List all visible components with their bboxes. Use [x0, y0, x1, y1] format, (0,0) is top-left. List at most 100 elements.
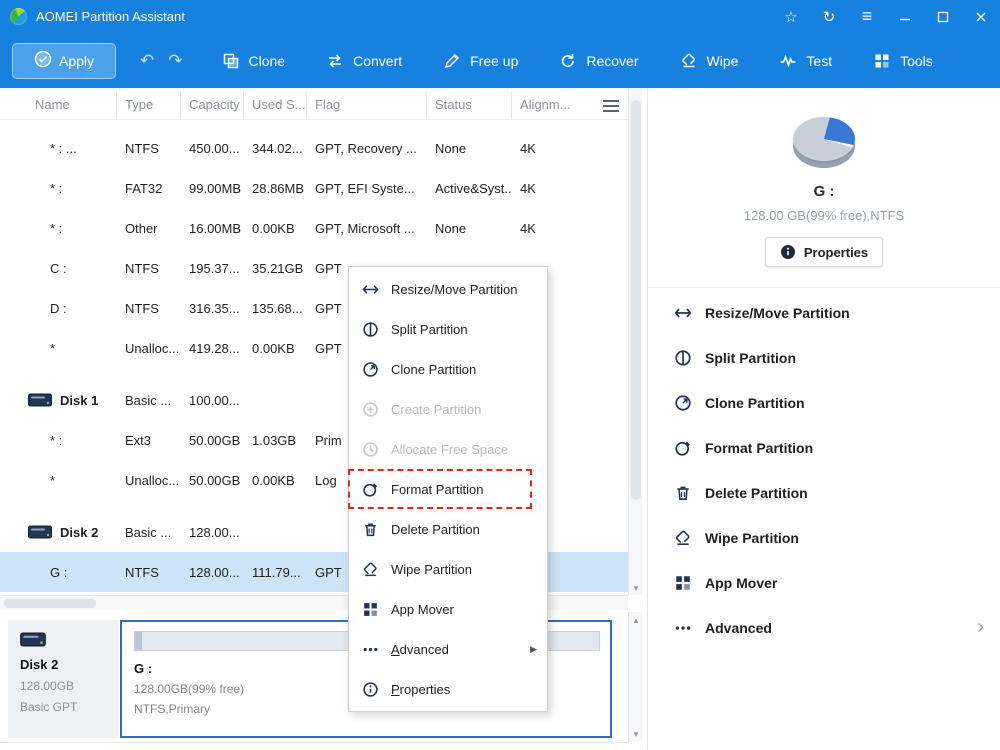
- apply-check-icon: [34, 50, 52, 71]
- info-icon: [780, 244, 796, 260]
- window-controls: ☆ ↻ ≡: [772, 0, 1000, 33]
- tools-icon: [873, 52, 891, 70]
- free-up-icon: [443, 52, 461, 70]
- format-icon: [674, 439, 692, 457]
- undo-icon[interactable]: ↶: [140, 51, 154, 71]
- menu-delete-partition[interactable]: Delete Partition: [349, 509, 547, 549]
- update-sync-icon[interactable]: ↻: [810, 0, 848, 33]
- apply-label: Apply: [58, 52, 95, 69]
- sidebar-partition-name: G :: [813, 183, 835, 200]
- properties-button[interactable]: Properties: [764, 237, 884, 267]
- chevron-right-icon: ›: [977, 616, 984, 638]
- partition-pie-chart: [789, 112, 859, 170]
- hard-disk-icon: [28, 525, 52, 539]
- toolbar-buttons: Clone Convert Free up Recover Wipe Test …: [213, 52, 965, 70]
- format-icon: [362, 481, 379, 498]
- scroll-down-icon[interactable]: ▾: [629, 581, 643, 595]
- col-status[interactable]: Status: [427, 92, 512, 119]
- disk-capacity: 128.00GB: [20, 679, 75, 693]
- tools-label: Tools: [900, 52, 933, 69]
- table-vertical-scrollbar[interactable]: ▾: [628, 88, 642, 595]
- table-row[interactable]: * : FAT32 99.00MB 28.86MB GPT, EFI Syste…: [0, 168, 628, 208]
- sidebar-resize-move-partition[interactable]: Resize/Move Partition: [648, 290, 1000, 335]
- clone-icon: [222, 52, 240, 70]
- scroll-down-icon[interactable]: ▾: [629, 727, 643, 741]
- wipe-button[interactable]: Wipe: [671, 52, 748, 70]
- scrollbar-thumb[interactable]: [631, 100, 641, 500]
- col-used[interactable]: Used S...: [244, 92, 307, 119]
- menu-split-partition[interactable]: Split Partition: [349, 309, 547, 349]
- eraser-icon: [362, 561, 379, 578]
- clone-partition-icon: [674, 394, 692, 412]
- title-bar: AOMEI Partition Assistant ☆ ↻ ≡: [0, 0, 1000, 33]
- menu-clone-partition[interactable]: Clone Partition: [349, 349, 547, 389]
- maximize-button[interactable]: [924, 0, 962, 33]
- tools-button[interactable]: Tools: [864, 52, 942, 70]
- app-logo-icon: [10, 8, 27, 25]
- col-capacity[interactable]: Capacity: [181, 92, 244, 119]
- free-up-label: Free up: [470, 52, 519, 69]
- sidebar-clone-partition[interactable]: Clone Partition: [648, 380, 1000, 425]
- clone-partition-icon: [362, 361, 379, 378]
- sidebar-split-partition[interactable]: Split Partition: [648, 335, 1000, 380]
- sidebar-partition-info: 128.00 GB(99% free),NTFS: [743, 208, 905, 223]
- submenu-arrow-icon: ▶: [530, 643, 537, 654]
- hamburger-menu-icon[interactable]: ≡: [848, 0, 886, 33]
- hard-disk-icon: [20, 632, 118, 647]
- trash-icon: [674, 484, 692, 502]
- convert-button[interactable]: Convert: [317, 52, 411, 70]
- col-flag[interactable]: Flag: [307, 92, 427, 119]
- hard-disk-icon: [28, 393, 52, 407]
- resize-move-icon: [674, 304, 692, 322]
- sidebar-app-mover[interactable]: App Mover: [648, 560, 1000, 605]
- scroll-up-icon[interactable]: ▴: [629, 613, 643, 627]
- sidebar-delete-partition[interactable]: Delete Partition: [648, 470, 1000, 515]
- wipe-icon: [680, 52, 698, 70]
- col-align[interactable]: Alignm...: [512, 92, 592, 119]
- sidebar-format-partition[interactable]: Format Partition: [648, 425, 1000, 470]
- scrollbar-thumb[interactable]: [4, 599, 96, 608]
- table-row[interactable]: * : ... NTFS 450.00... 344.02... GPT, Re…: [0, 128, 628, 168]
- col-type[interactable]: Type: [117, 92, 181, 119]
- app-grid-icon: [362, 601, 379, 618]
- menu-app-mover[interactable]: App Mover: [349, 589, 547, 629]
- bottom-vertical-scrollbar[interactable]: ▴ ▾: [628, 612, 642, 742]
- column-settings-icon[interactable]: [603, 100, 619, 112]
- split-icon: [362, 321, 379, 338]
- menu-resize-move-partition[interactable]: Resize/Move Partition: [349, 269, 547, 309]
- clone-button[interactable]: Clone: [213, 52, 295, 70]
- test-button[interactable]: Test: [770, 52, 841, 70]
- favorite-star-icon[interactable]: ☆: [772, 0, 810, 33]
- apply-button[interactable]: Apply: [12, 42, 116, 79]
- trash-icon: [362, 521, 379, 538]
- menu-wipe-partition[interactable]: Wipe Partition: [349, 549, 547, 589]
- recover-icon: [559, 52, 577, 70]
- ellipsis-icon: [362, 641, 379, 658]
- main-toolbar: Apply ↶ ↷ Clone Convert Free up Recover …: [0, 33, 1000, 88]
- eraser-icon: [674, 529, 692, 547]
- split-icon: [674, 349, 692, 367]
- disk2-info-card[interactable]: Disk 2 128.00GB Basic GPT: [8, 620, 118, 738]
- context-menu: Resize/Move Partition Split Partition Cl…: [348, 266, 548, 712]
- col-name[interactable]: Name: [0, 92, 117, 119]
- sidebar-advanced[interactable]: Advanced ›: [648, 605, 1000, 650]
- close-button[interactable]: [962, 0, 1000, 33]
- minimize-button[interactable]: [886, 0, 924, 33]
- sidebar-wipe-partition[interactable]: Wipe Partition: [648, 515, 1000, 560]
- window-title: AOMEI Partition Assistant: [36, 9, 185, 24]
- wipe-label: Wipe: [706, 52, 739, 69]
- convert-icon: [326, 52, 344, 70]
- disk-name: Disk 2: [20, 657, 59, 672]
- properties-label: Properties: [803, 244, 869, 260]
- menu-allocate-free-space: Allocate Free Space: [349, 429, 547, 469]
- menu-format-partition[interactable]: Format Partition: [348, 469, 532, 509]
- table-row[interactable]: * : Other 16.00MB 0.00KB GPT, Microsoft …: [0, 208, 628, 248]
- free-up-button[interactable]: Free up: [434, 52, 527, 70]
- menu-advanced[interactable]: Advanced ▶: [349, 629, 547, 669]
- menu-properties[interactable]: Properties: [349, 669, 547, 709]
- redo-icon[interactable]: ↷: [168, 51, 182, 71]
- create-partition-icon: [362, 401, 379, 418]
- table-header: Name Type Capacity Used S... Flag Status…: [0, 92, 628, 120]
- recover-button[interactable]: Recover: [550, 52, 647, 70]
- resize-move-icon: [362, 281, 379, 298]
